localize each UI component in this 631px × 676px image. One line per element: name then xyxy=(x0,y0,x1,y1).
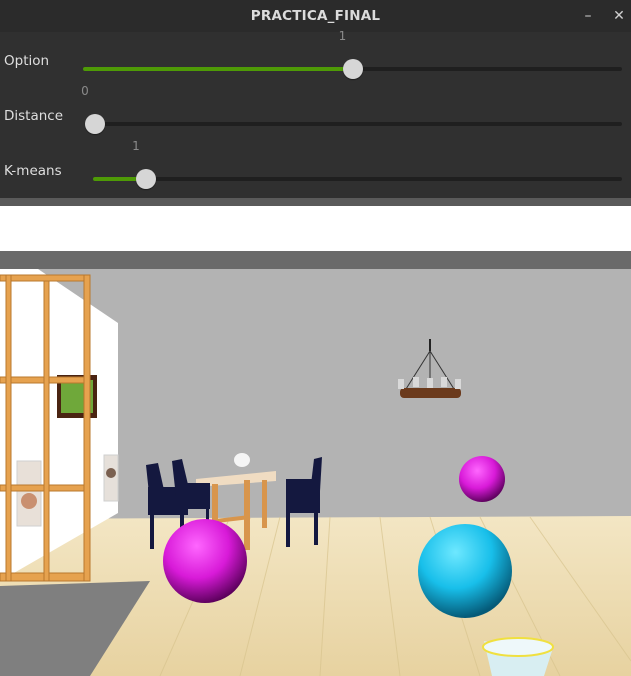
option-label: Option xyxy=(4,53,50,69)
magenta-sphere-large xyxy=(163,519,247,603)
cyan-sphere xyxy=(418,524,512,618)
close-icon[interactable]: ✕ xyxy=(609,6,629,26)
distance-slider-handle[interactable]: 0 xyxy=(81,84,105,134)
kmeans-value: 1 xyxy=(132,139,140,153)
3d-scene-viewport[interactable] xyxy=(0,251,631,676)
option-slider[interactable]: 1 xyxy=(83,29,622,79)
distance-label: Distance xyxy=(4,108,64,124)
portrait-face-icon xyxy=(21,493,37,509)
option-value: 1 xyxy=(338,29,347,43)
title-bar: PRACTICA_FINAL – ✕ xyxy=(0,0,631,32)
window-title: PRACTICA_FINAL xyxy=(250,8,381,24)
table-vase xyxy=(234,453,250,467)
trackbar-panel: Option 1 Distance 0 K-means 1 xyxy=(0,29,631,198)
kmeans-slider[interactable]: 1 xyxy=(93,139,622,189)
cup xyxy=(482,637,554,676)
portrait-face-icon-2 xyxy=(106,468,116,478)
distance-value: 0 xyxy=(81,84,89,98)
distance-slider[interactable]: 0 xyxy=(81,84,622,134)
minimize-icon[interactable]: – xyxy=(578,6,598,26)
option-slider-handle[interactable]: 1 xyxy=(339,29,363,79)
kmeans-label: K-means xyxy=(4,163,62,179)
option-slider-fill xyxy=(83,67,353,71)
distance-slider-row: Distance 0 xyxy=(0,84,631,157)
magenta-sphere-small xyxy=(459,456,505,502)
kmeans-slider-handle[interactable]: 1 xyxy=(132,139,156,189)
panel-separator xyxy=(0,198,631,206)
ceiling xyxy=(0,251,631,269)
image-top-band xyxy=(0,206,631,251)
